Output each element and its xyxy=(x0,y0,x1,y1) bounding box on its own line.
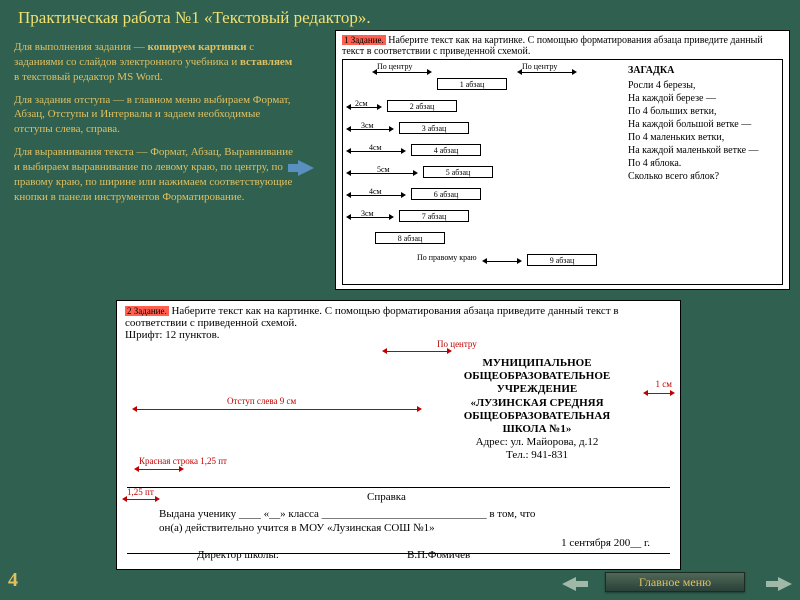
arrow-right-icon xyxy=(298,160,314,176)
red-line-arrow xyxy=(139,469,179,470)
school-line: «ЛУЗИНСКАЯ СРЕДНЯЯ xyxy=(427,397,647,410)
school-line: Тел.: 941-831 xyxy=(427,449,647,462)
task2-text: Наберите текст как на картинке. С помощь… xyxy=(125,305,619,329)
riddle-line: По 4 больших ветки, xyxy=(628,105,778,118)
task2-card: 2 Задание. Наберите текст как на картинк… xyxy=(116,300,681,570)
label-right-margin: 1 см xyxy=(656,379,672,389)
riddle-line: По 4 маленьких ветки, xyxy=(628,131,778,144)
label-center-right: По центру xyxy=(522,62,557,71)
row-6: 4см 6 абзац xyxy=(347,188,622,202)
label-center: По центру xyxy=(437,339,477,349)
box-7: 7 абзац xyxy=(399,210,469,222)
box-3: 3 абзац xyxy=(399,122,469,134)
box-2: 2 абзац xyxy=(387,100,457,112)
main-menu-button[interactable]: Главное меню xyxy=(605,572,745,592)
page-number: 4 xyxy=(8,569,18,592)
left-indent-arrow xyxy=(137,409,417,410)
label-red-line: Красная строка 1,25 пт xyxy=(139,456,227,466)
spravka-date: 1 сентября 200__ г. xyxy=(561,537,650,549)
school-line: ОБЩЕОБРАЗОВАТЕЛЬНАЯ xyxy=(427,410,647,423)
school-line: Адрес: ул. Майорова, д.12 xyxy=(427,436,647,449)
label-small: 1,25 пт xyxy=(127,487,154,497)
task1-header: 1 Задание. Наберите текст как на картинк… xyxy=(342,35,783,57)
row-8: 8 абзац xyxy=(347,232,622,246)
school-line: МУНИЦИПАЛЬНОЕ xyxy=(427,357,647,370)
instruction-p3: Для выравнивания текста — Формат, Абзац,… xyxy=(14,145,294,204)
label-center-left: По центру xyxy=(377,62,412,71)
riddle-line: Сколько всего яблок? xyxy=(628,170,778,183)
riddle-title: ЗАГАДКА xyxy=(628,64,778,77)
page-title: Практическая работа №1 «Текстовый редакт… xyxy=(18,8,371,28)
instruction-p1: Для выполнения задания — копируем картин… xyxy=(14,40,294,85)
riddle-line: Росли 4 березы, xyxy=(628,79,778,92)
spravka-body: Выдана ученику ____ «__» класса ________… xyxy=(159,507,659,536)
box-4: 4 абзац xyxy=(411,144,481,156)
school-line: ШКОЛА №1» xyxy=(427,423,647,436)
row-9: По правому краю 9 абзац xyxy=(347,254,622,268)
row-2: 2см 2 абзац xyxy=(347,100,622,114)
row-7: 3см 7 абзац xyxy=(347,210,622,224)
task2-font-note: Шрифт: 12 пунктов. xyxy=(125,329,672,341)
task1-card: 1 Задание. Наберите текст как на картинк… xyxy=(335,30,790,290)
spravka-title: Справка xyxy=(367,491,406,503)
top-arrow-left xyxy=(377,72,427,73)
riddle-line: На каждой березе — xyxy=(628,92,778,105)
divider-1 xyxy=(127,487,670,488)
director-name: В.П.Фомичев xyxy=(407,549,470,561)
nav-prev-button[interactable] xyxy=(562,577,576,591)
school-block: МУНИЦИПАЛЬНОЕ ОБЩЕОБРАЗОВАТЕЛЬНОЕ УЧРЕЖД… xyxy=(427,357,647,463)
row-1: 1 абзац xyxy=(347,78,622,92)
row-4: 4см 4 абзац xyxy=(347,144,622,158)
box-9: 9 абзац xyxy=(527,254,597,266)
row-3: 3см 3 абзац xyxy=(347,122,622,136)
nav-next-button[interactable] xyxy=(778,577,792,591)
task1-diagram: По центру По центру 1 абзац 2см 2 абзац … xyxy=(347,64,622,280)
director-label: Директор школы: xyxy=(197,549,279,561)
small-arrow xyxy=(127,499,155,500)
task1-badge: 1 Задание. xyxy=(342,35,386,45)
school-line: ОБЩЕОБРАЗОВАТЕЛЬНОЕ xyxy=(427,370,647,383)
instructions-block: Для выполнения задания — копируем картин… xyxy=(14,40,294,212)
box-5: 5 абзац xyxy=(423,166,493,178)
school-line: УЧРЕЖДЕНИЕ xyxy=(427,383,647,396)
task2-header: 2 Задание. Наберите текст как на картинк… xyxy=(125,305,672,329)
top-arrow-right xyxy=(522,72,572,73)
box-1: 1 абзац xyxy=(437,78,507,90)
center-arrow xyxy=(387,351,447,352)
label-left-indent: Отступ слева 9 см xyxy=(227,396,296,406)
box-6: 6 абзац xyxy=(411,188,481,200)
right-margin-arrow xyxy=(648,393,670,394)
riddle-line: На каждой большой ветке — xyxy=(628,118,778,131)
riddle-block: ЗАГАДКА Росли 4 березы, На каждой березе… xyxy=(628,64,778,280)
task2-badge: 2 Задание. xyxy=(125,306,169,316)
riddle-line: По 4 яблока. xyxy=(628,157,778,170)
row-5: 5см 5 абзац xyxy=(347,166,622,180)
box-8: 8 абзац xyxy=(375,232,445,244)
riddle-line: На каждой маленькой ветке — xyxy=(628,144,778,157)
instruction-p2: Для задания отступа — в главном меню выб… xyxy=(14,93,294,138)
task1-text: Наберите текст как на картинке. С помощь… xyxy=(342,35,763,57)
